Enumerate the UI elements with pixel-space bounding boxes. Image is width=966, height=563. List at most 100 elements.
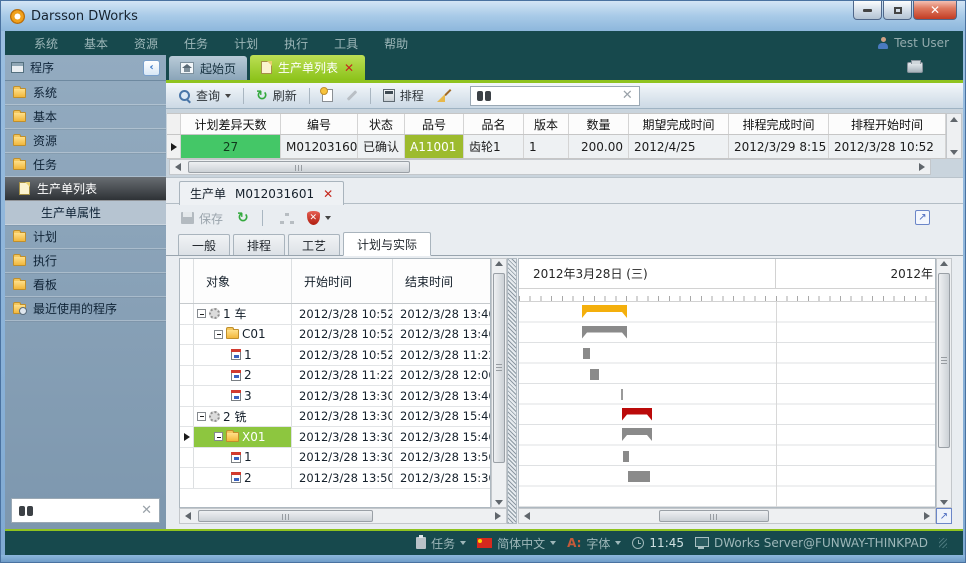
scroll-left-icon[interactable] xyxy=(180,512,196,520)
scroll-left-icon[interactable] xyxy=(170,163,186,171)
tree-object-cell[interactable]: 3 xyxy=(194,386,292,406)
sidebar-item[interactable]: 系统 xyxy=(5,81,166,105)
routing-button[interactable] xyxy=(273,211,296,226)
orders-grid-row[interactable]: 27M012031601已确认A11001齿轮11200.002012/4/25… xyxy=(167,135,946,159)
scroll-left-icon[interactable] xyxy=(519,512,535,520)
scrollbar-thumb[interactable] xyxy=(659,510,769,522)
tree-row[interactable]: 2 铣2012/3/28 13:302012/3/28 15:40 xyxy=(180,407,490,428)
scroll-down-icon[interactable] xyxy=(950,150,958,155)
grid-column-header[interactable]: 状态 xyxy=(358,114,405,134)
minimize-button[interactable] xyxy=(853,1,882,20)
open-in-window-icon[interactable]: ↗ xyxy=(936,508,952,524)
tree-object-cell[interactable]: X01 xyxy=(194,427,292,447)
menu-item[interactable]: 基本 xyxy=(71,35,121,52)
edit-button[interactable] xyxy=(343,92,361,99)
scrollbar-thumb[interactable] xyxy=(198,510,373,522)
collapse-toggle-icon[interactable] xyxy=(214,330,223,339)
scroll-up-icon[interactable] xyxy=(950,117,958,122)
clean-button[interactable] xyxy=(434,87,453,104)
gantt-bar[interactable] xyxy=(582,326,627,339)
maximize-button[interactable] xyxy=(883,1,912,20)
tree-row[interactable]: 32012/3/28 13:302012/3/28 13:40 xyxy=(180,386,490,407)
clear-search-icon[interactable]: ✕ xyxy=(141,504,152,517)
horizontal-scrollbar[interactable] xyxy=(518,508,936,524)
resize-grip[interactable] xyxy=(939,538,947,548)
menu-item[interactable]: 计划 xyxy=(221,35,271,52)
collapse-toggle-icon[interactable] xyxy=(197,309,206,318)
tab-detail[interactable]: 工艺 xyxy=(288,234,340,255)
tree-object-cell[interactable]: 1 车 xyxy=(194,304,292,324)
schedule-button[interactable]: 排程 xyxy=(380,85,427,106)
scroll-right-icon[interactable] xyxy=(919,512,935,520)
grid-column-header[interactable]: 数量 xyxy=(569,114,629,134)
vertical-scrollbar[interactable] xyxy=(946,113,962,159)
tree-row[interactable]: 12012/3/28 13:302012/3/28 13:50 xyxy=(180,448,490,469)
grid-column-header[interactable]: 计划差异天数 xyxy=(181,114,281,134)
menu-item[interactable]: 执行 xyxy=(271,35,321,52)
scrollbar-thumb[interactable] xyxy=(493,273,505,463)
scroll-up-icon[interactable] xyxy=(937,261,951,266)
collapse-toggle-icon[interactable] xyxy=(214,432,223,441)
toolbar-search-input[interactable] xyxy=(497,89,616,103)
collapse-toggle-icon[interactable] xyxy=(197,412,206,421)
splitter-handle[interactable] xyxy=(507,258,517,524)
scroll-down-icon[interactable] xyxy=(937,500,951,505)
document-tab[interactable]: 起始页 xyxy=(169,56,247,81)
grid-column-header[interactable]: 版本 xyxy=(524,114,569,134)
refresh-detail-button[interactable]: ↻ xyxy=(234,210,252,226)
sidebar-search-input[interactable] xyxy=(40,504,134,518)
tree-column-header[interactable]: 结束时间 xyxy=(393,259,491,303)
menu-item[interactable]: 任务 xyxy=(171,35,221,52)
tab-detail[interactable]: 一般 xyxy=(178,234,230,255)
tab-active[interactable]: 计划与实际 xyxy=(343,232,431,256)
clear-search-icon[interactable]: ✕ xyxy=(622,89,633,102)
grid-column-header[interactable]: 品号 xyxy=(405,114,464,134)
task-status-item[interactable]: 任务 xyxy=(416,535,466,552)
tree-object-cell[interactable]: 1 xyxy=(194,345,292,365)
font-status-item[interactable]: A: 字体 xyxy=(567,535,621,552)
query-button[interactable]: 查询 xyxy=(176,85,234,106)
tree-object-cell[interactable]: 2 铣 xyxy=(194,407,292,427)
grid-column-header[interactable]: 品名 xyxy=(464,114,524,134)
tree-row[interactable]: 12012/3/28 10:522012/3/28 11:22 xyxy=(180,345,490,366)
printer-icon[interactable] xyxy=(907,62,923,73)
sidebar-item[interactable]: 生产单属性 xyxy=(5,201,166,225)
vertical-scrollbar[interactable] xyxy=(936,258,952,508)
cancel-confirm-button[interactable]: ✕ xyxy=(304,209,334,227)
tree-object-cell[interactable]: C01 xyxy=(194,325,292,345)
document-tab[interactable]: 生产单列表✕ xyxy=(250,55,365,80)
sidebar-item[interactable]: 计划 xyxy=(5,225,166,249)
gantt-bar[interactable] xyxy=(622,408,652,421)
menu-item[interactable]: 资源 xyxy=(121,35,171,52)
sidebar-item[interactable]: 资源 xyxy=(5,129,166,153)
gantt-bar[interactable] xyxy=(623,451,629,462)
tree-object-cell[interactable]: 2 xyxy=(194,468,292,488)
scrollbar-thumb[interactable] xyxy=(938,273,950,448)
sidebar-item[interactable]: 生产单列表 xyxy=(5,177,166,201)
sidebar-collapse-button[interactable]: ‹ xyxy=(143,60,160,76)
gantt-bar[interactable] xyxy=(621,389,623,400)
menu-item[interactable]: 工具 xyxy=(321,35,371,52)
tree-column-header[interactable]: 对象 xyxy=(194,259,292,303)
menu-item[interactable]: 帮助 xyxy=(371,35,421,52)
grid-column-header[interactable]: 排程完成时间 xyxy=(729,114,829,134)
horizontal-scrollbar[interactable] xyxy=(169,159,931,175)
refresh-button[interactable]: ↻ 刷新 xyxy=(253,85,300,106)
scroll-right-icon[interactable] xyxy=(490,512,506,520)
grid-column-header[interactable]: 排程开始时间 xyxy=(829,114,946,134)
sidebar-item[interactable]: 最近使用的程序 xyxy=(5,297,166,321)
tree-row[interactable]: 22012/3/28 11:222012/3/28 12:00 xyxy=(180,366,490,387)
sidebar-item[interactable]: 任务 xyxy=(5,153,166,177)
tree-row[interactable]: X012012/3/28 13:302012/3/28 15:40 xyxy=(180,427,490,448)
tree-row[interactable]: 22012/3/28 13:502012/3/28 15:30 xyxy=(180,468,490,489)
sidebar-item[interactable]: 基本 xyxy=(5,105,166,129)
gantt-bar[interactable] xyxy=(583,348,590,359)
close-tab-icon[interactable]: ✕ xyxy=(344,62,354,74)
new-button[interactable] xyxy=(319,87,336,104)
user-area[interactable]: Test User xyxy=(878,31,949,55)
vertical-scrollbar[interactable] xyxy=(491,258,507,508)
grid-column-header[interactable]: 编号 xyxy=(281,114,358,134)
language-status-item[interactable]: 简体中文 xyxy=(477,535,556,552)
scroll-up-icon[interactable] xyxy=(492,261,506,266)
external-link-icon[interactable]: ↗ xyxy=(915,210,930,225)
